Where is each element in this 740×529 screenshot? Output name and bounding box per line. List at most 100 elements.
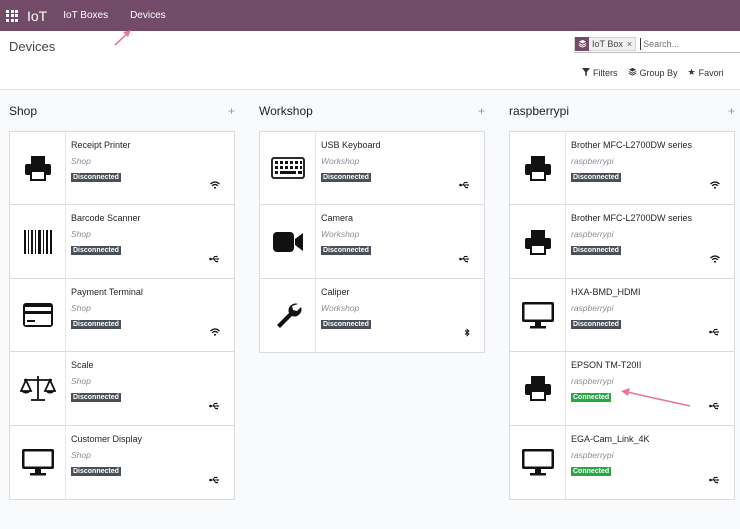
search-options: Filters Group By ★ Favori <box>582 67 734 78</box>
device-card[interactable]: HXA-BMD_HDMI raspberrypi Disconnected <box>510 278 734 353</box>
status-badge: Disconnected <box>71 246 121 256</box>
device-card[interactable]: USB Keyboard Workshop Disconnected <box>260 132 484 206</box>
video-camera-icon <box>260 205 316 278</box>
device-name: Brother MFC-L2700DW series <box>571 140 693 150</box>
device-location: raspberrypi <box>571 156 614 166</box>
device-card[interactable]: Camera Workshop Disconnected <box>260 205 484 279</box>
printer-icon <box>10 132 66 205</box>
column-title: Workshop <box>259 104 313 118</box>
control-panel: Devices IoT Box × Filters Group By ★Favo… <box>0 31 740 90</box>
bluetooth-icon <box>464 324 470 342</box>
column-add-button[interactable]: + <box>228 104 235 118</box>
status-badge: Disconnected <box>321 246 371 256</box>
device-card[interactable]: Barcode Scanner Shop Disconnected <box>10 205 234 279</box>
status-badge: Connected <box>571 466 612 476</box>
annotation-arrow-devices <box>114 30 131 46</box>
device-card[interactable]: Customer Display Shop Disconnected <box>10 425 234 499</box>
usb-icon <box>709 323 720 341</box>
usb-icon <box>709 397 720 415</box>
kanban-column-workshop: Workshop + USB Keyboard Workshop Disconnecte… <box>259 98 485 354</box>
device-location: Workshop <box>321 302 360 313</box>
status-badge: Disconnected <box>71 319 121 329</box>
device-card[interactable]: Receipt Printer Shop Disconnected <box>10 132 234 206</box>
device-card[interactable]: Payment Terminal Shop Disconnected <box>10 278 234 353</box>
device-location: raspberrypi <box>571 229 614 240</box>
device-name: Barcode Scanner <box>71 213 141 224</box>
device-location: raspberrypi <box>571 376 614 387</box>
nav-item-iot-boxes[interactable]: IoT Boxes <box>63 10 108 21</box>
column-cards: Receipt Printer Shop Disconnected Barcode S… <box>9 131 235 500</box>
status-badge: Disconnected <box>571 319 621 329</box>
annotation-arrow-connected <box>621 388 691 407</box>
usb-icon <box>209 250 220 268</box>
column-add-button[interactable]: + <box>478 104 485 118</box>
device-location: Shop <box>71 156 91 166</box>
favorites-button[interactable]: ★ Favori <box>688 67 724 78</box>
status-badge: Disconnected <box>71 173 121 182</box>
status-badge: Disconnected <box>571 246 621 256</box>
barcode-icon <box>10 205 66 278</box>
device-name: EGA-Cam_Link_4K <box>571 433 650 444</box>
device-location: Workshop <box>321 156 360 166</box>
device-location: Workshop <box>321 229 360 240</box>
device-card[interactable]: Brother MFC-L2700DW series raspberrypi Dis… <box>510 132 734 206</box>
printer-icon <box>510 352 566 425</box>
facet-remove-button[interactable]: × <box>627 39 632 49</box>
device-name: Camera <box>321 213 354 224</box>
layers-icon <box>628 67 637 78</box>
group-by-button[interactable]: Group By <box>628 67 678 78</box>
star-icon: ★ <box>687 67 696 77</box>
status-badge: Disconnected <box>571 173 621 182</box>
printer-icon <box>510 132 566 205</box>
device-card[interactable]: Caliper Workshop Disconnected <box>260 278 484 353</box>
monitor-icon <box>510 278 566 352</box>
column-header: Shop + <box>9 98 235 124</box>
keyboard-icon <box>260 132 316 205</box>
column-add-button[interactable]: + <box>728 104 735 118</box>
device-name: Payment Terminal <box>71 286 143 297</box>
facet-label: IoT Box <box>592 38 623 49</box>
usb-icon <box>459 176 470 194</box>
printer-icon <box>510 205 566 278</box>
device-location: Shop <box>71 376 91 387</box>
filter-icon <box>582 67 590 78</box>
wrench-icon <box>260 278 316 353</box>
device-name: Customer Display <box>71 433 143 444</box>
usb-icon <box>209 397 220 415</box>
usb-icon <box>209 471 220 489</box>
device-name: Caliper <box>321 286 350 297</box>
device-location: Shop <box>71 302 91 313</box>
column-cards: Brother MFC-L2700DW series raspberrypi Dis… <box>509 131 735 500</box>
nav-item-devices[interactable]: Devices <box>130 10 166 21</box>
app-brand[interactable]: IoT <box>27 8 47 24</box>
device-location: Shop <box>71 229 91 240</box>
wifi-icon <box>210 323 220 341</box>
device-card[interactable]: Scale Shop Disconnected <box>10 352 234 426</box>
column-cards: USB Keyboard Workshop Disconnected Camera Wo… <box>259 131 485 354</box>
wifi-icon <box>210 176 220 194</box>
device-location: raspberrypi <box>571 449 614 460</box>
monitor-icon <box>10 425 66 499</box>
scale-icon <box>10 352 66 425</box>
device-name: EPSON TM-T20II <box>571 360 642 371</box>
page-title: Devices <box>9 39 56 54</box>
device-name: HXA-BMD_HDMI <box>571 286 641 297</box>
device-name: Receipt Printer <box>71 140 131 150</box>
status-badge: Connected <box>571 393 612 403</box>
column-header: raspberrypi + <box>509 98 735 124</box>
status-badge: Disconnected <box>321 173 371 182</box>
top-navbar: IoT IoT Boxes Devices <box>0 0 740 31</box>
device-location: Shop <box>71 449 91 460</box>
column-header: Workshop + <box>259 98 485 124</box>
status-badge: Disconnected <box>71 393 121 403</box>
column-title: Shop <box>9 104 38 118</box>
device-card[interactable]: Brother MFC-L2700DW series raspberrypi Dis… <box>510 205 734 279</box>
status-badge: Disconnected <box>71 466 121 476</box>
column-title: raspberrypi <box>509 104 570 118</box>
device-card[interactable]: EGA-Cam_Link_4K raspberrypi Connected <box>510 425 734 499</box>
search-input[interactable] <box>640 37 736 50</box>
device-name: USB Keyboard <box>321 140 381 150</box>
apps-menu-icon[interactable] <box>6 9 18 22</box>
filters-button[interactable]: Filters <box>582 67 618 78</box>
device-name: Brother MFC-L2700DW series <box>571 213 693 224</box>
